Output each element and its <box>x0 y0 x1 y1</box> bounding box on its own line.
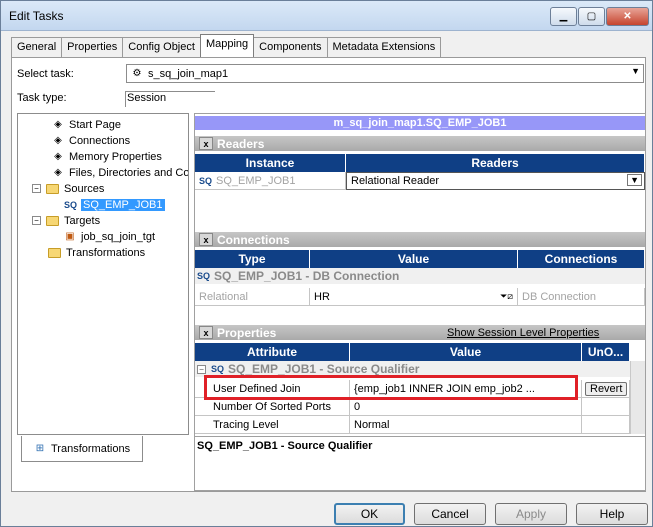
title-bar: Edit Tasks ▁ ▢ ✕ <box>1 1 652 31</box>
tab-config-object[interactable]: Config Object <box>122 37 201 57</box>
property-row: Tracing Level Normal <box>195 416 630 434</box>
tab-strip: General Properties Config Object Mapping… <box>11 34 442 57</box>
folder-icon <box>48 247 61 258</box>
select-task-label: Select task: <box>17 68 74 80</box>
collapse-section-icon[interactable]: x <box>199 326 213 339</box>
property-action <box>582 398 630 416</box>
property-value[interactable]: 0 <box>350 398 582 416</box>
transformations-icon: ⊞ <box>35 443 45 454</box>
tab-properties[interactable]: Properties <box>61 37 124 57</box>
tree-item-memory-properties[interactable]: ◈ Memory Properties <box>52 149 162 164</box>
task-type-label: Task type: <box>17 92 67 104</box>
folder-icon <box>46 183 59 194</box>
collapse-icon[interactable]: − <box>32 216 41 225</box>
connections-row: Relational HR ⏷⧄ DB Connection <box>195 288 645 306</box>
connection-type: Relational <box>195 288 310 306</box>
show-session-level-properties-link[interactable]: Show Session Level Properties <box>447 327 599 339</box>
connection-browse-icon[interactable]: ⏷⧄ <box>500 291 513 302</box>
property-action <box>582 416 630 434</box>
highlight-user-defined-join <box>204 375 578 400</box>
tree-item-start-page[interactable]: ◈ Start Page <box>52 117 121 132</box>
folder-icon <box>46 215 59 226</box>
connections-header-type: Type <box>195 250 310 268</box>
properties-scrollbar[interactable] <box>630 361 645 434</box>
properties-header-attribute: Attribute <box>195 343 350 361</box>
tree-item-files[interactable]: ◈ Files, Directories and Com <box>52 165 188 180</box>
target-icon: ▣ <box>65 231 75 242</box>
dropdown-arrow-icon[interactable]: ▼ <box>627 174 642 186</box>
connection-name: DB Connection <box>518 288 645 306</box>
tab-general[interactable]: General <box>11 37 63 57</box>
collapse-section-icon[interactable]: x <box>199 233 213 246</box>
diamond-icon: ◈ <box>54 167 62 178</box>
tree-item-sq-emp-job1[interactable]: SQ SQ_EMP_JOB1 <box>64 197 165 212</box>
source-qualifier-icon: SQ <box>197 271 211 281</box>
readers-header-instance: Instance <box>195 154 346 172</box>
property-action: Revert <box>582 380 630 398</box>
readers-header-readers: Readers <box>346 154 645 172</box>
property-value[interactable]: Normal <box>350 416 582 434</box>
ok-button[interactable]: OK <box>334 503 405 525</box>
source-qualifier-icon: SQ <box>199 175 213 186</box>
diamond-icon: ◈ <box>54 119 62 130</box>
connections-header-connections: Connections <box>518 250 645 268</box>
connections-header: Type Value Connections <box>195 250 645 268</box>
collapse-icon[interactable]: − <box>197 364 206 374</box>
properties-section-bar: x Properties Show Session Level Properti… <box>195 325 645 340</box>
apply-button[interactable]: Apply <box>495 503 567 525</box>
task-type-value: Session <box>125 91 215 107</box>
property-row: Number Of Sorted Ports 0 <box>195 398 630 416</box>
tree-item-sources[interactable]: − Sources <box>32 181 104 196</box>
close-icon[interactable]: ✕ <box>606 7 649 26</box>
select-task-value: s_sq_join_map1 <box>148 67 229 80</box>
connections-header-value: Value <box>310 250 518 268</box>
tab-transformations-bottom[interactable]: ⊞ Transformations <box>21 436 143 462</box>
reader-select[interactable]: Relational Reader ▼ <box>346 172 645 190</box>
collapse-section-icon[interactable]: x <box>199 137 213 150</box>
minimize-icon[interactable]: ▁ <box>550 7 577 26</box>
mapping-detail-panel: m_sq_join_map1.SQ_EMP_JOB1 x Readers Ins… <box>194 113 646 491</box>
tree-item-transformations[interactable]: Transformations <box>48 245 145 260</box>
diamond-icon: ◈ <box>54 151 62 162</box>
reader-instance: SQ SQ_EMP_JOB1 <box>195 172 346 190</box>
connections-section-bar: x Connections <box>195 232 645 247</box>
description-pane: SQ_EMP_JOB1 - Source Qualifier <box>195 436 645 490</box>
connections-group: SQ SQ_EMP_JOB1 - DB Connection <box>195 268 645 284</box>
collapse-icon[interactable]: − <box>32 184 41 193</box>
select-task-combo[interactable]: ⚙ s_sq_join_map1 ▼ <box>126 64 644 83</box>
edit-tasks-window: Edit Tasks ▁ ▢ ✕ General Properties Conf… <box>0 0 653 527</box>
maximize-icon[interactable]: ▢ <box>578 7 605 26</box>
task-tree: ◈ Start Page ◈ Connections ◈ Memory Propert… <box>17 113 189 435</box>
readers-header: Instance Readers <box>195 154 645 172</box>
tree-item-job-sq-join-tgt[interactable]: ▣ job_sq_join_tgt <box>64 229 155 244</box>
readers-section-bar: x Readers <box>195 136 645 151</box>
connection-value[interactable]: HR ⏷⧄ <box>310 288 518 306</box>
diamond-icon: ◈ <box>54 135 62 146</box>
source-qualifier-icon: SQ <box>64 199 78 210</box>
session-icon: ⚙ <box>132 68 142 79</box>
cancel-button[interactable]: Cancel <box>414 503 486 525</box>
properties-header-value: Value <box>350 343 582 361</box>
property-attribute: Number Of Sorted Ports <box>195 398 350 416</box>
properties-header: Attribute Value UnO... <box>195 343 630 361</box>
properties-header-uno: UnO... <box>582 343 630 361</box>
tab-mapping[interactable]: Mapping <box>199 34 255 57</box>
tab-metadata-extensions[interactable]: Metadata Extensions <box>326 37 442 57</box>
help-button[interactable]: Help <box>576 503 648 525</box>
tree-item-targets[interactable]: − Targets <box>32 213 100 228</box>
window-title: Edit Tasks <box>9 9 64 23</box>
mapping-title: m_sq_join_map1.SQ_EMP_JOB1 <box>195 116 645 130</box>
mapping-page: Select task: ⚙ s_sq_join_map1 ▼ Task typ… <box>11 57 646 492</box>
source-qualifier-icon: SQ <box>211 364 225 374</box>
tree-item-connections[interactable]: ◈ Connections <box>52 133 130 148</box>
tab-components[interactable]: Components <box>253 37 328 57</box>
dropdown-arrow-icon[interactable]: ▼ <box>631 66 640 76</box>
property-attribute: Tracing Level <box>195 416 350 434</box>
description-text: SQ_EMP_JOB1 - Source Qualifier <box>197 440 373 452</box>
revert-button[interactable]: Revert <box>585 381 628 396</box>
readers-row: SQ SQ_EMP_JOB1 Relational Reader ▼ <box>195 172 645 190</box>
